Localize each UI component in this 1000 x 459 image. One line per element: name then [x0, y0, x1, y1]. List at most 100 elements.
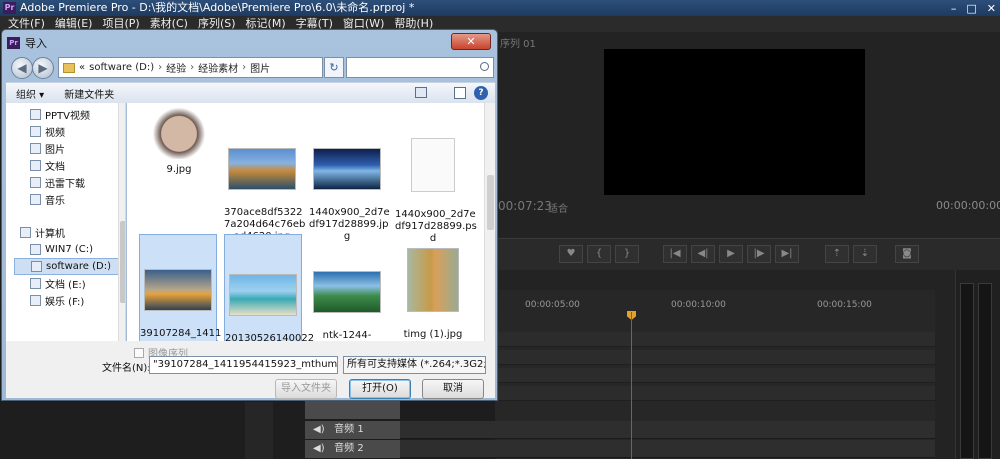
tools-panel [245, 402, 273, 459]
file-thumbnail [229, 274, 297, 316]
music-icon [30, 194, 41, 205]
nav-item-pptv[interactable]: PPTV视频 [30, 106, 90, 123]
breadcrumb-folder[interactable]: 经验 [166, 60, 186, 75]
in-point-button[interactable]: { [587, 245, 611, 263]
nav-item-computer[interactable]: 计算机 [20, 224, 65, 241]
go-to-in-button[interactable]: |◀ [663, 245, 687, 263]
nav-item-pictures[interactable]: 图片 [30, 140, 65, 157]
computer-icon [20, 227, 31, 238]
nav-item-documents[interactable]: 文档 [30, 157, 65, 174]
ruler-label: 00:00:10:00 [671, 300, 726, 310]
file-thumbnail [313, 148, 381, 190]
file-item-selected[interactable]: 20130526140022 _5fMJe.jpeg [224, 234, 315, 341]
file-item[interactable]: 9.jpg [141, 103, 217, 176]
nav-label: 文档 (E:) [45, 280, 86, 291]
blank-file-icon [411, 138, 455, 192]
file-item[interactable]: 1440x900_2d7e df917d28899.jp g [309, 136, 390, 255]
breadcrumb-drive[interactable]: software (D:) [89, 62, 154, 73]
drive-icon [30, 295, 41, 306]
speaker-icon[interactable]: ◀) [313, 424, 325, 435]
open-button[interactable]: 打开(O) [349, 379, 411, 399]
command-bar: 组织 ▾ 新建文件夹 ? [6, 82, 495, 103]
nav-item-thunder-downloads[interactable]: 迅雷下载 [30, 174, 85, 191]
minimize-icon[interactable]: – [951, 1, 957, 17]
help-icon[interactable]: ? [474, 86, 488, 100]
program-monitor [604, 49, 865, 195]
scroll-thumb[interactable] [487, 175, 494, 230]
nav-label: software (D:) [46, 261, 111, 272]
forward-button[interactable]: ▶ [32, 57, 54, 79]
marker-button[interactable]: ♥ [559, 245, 583, 263]
nav-item-drive-d[interactable]: software (D:) [14, 258, 125, 275]
cancel-button[interactable]: 取消 [422, 379, 484, 399]
nav-item-drive-e[interactable]: 文档 (E:) [30, 275, 86, 292]
nav-label: 迅雷下载 [45, 179, 85, 190]
nav-item-drive-c[interactable]: WIN7 (C:) [30, 241, 93, 258]
dialog-title: 导入 [25, 37, 47, 50]
nav-label: 音乐 [45, 196, 65, 207]
file-thumbnail [144, 269, 212, 311]
audio-meter-left [960, 283, 974, 459]
filename-field[interactable]: "39107284_1411954415923_mthumb.jpg" [149, 356, 338, 374]
view-options-icon[interactable] [415, 87, 427, 98]
address-bar[interactable]: « software (D:) › 经验 › 经验素材 › 图片 [58, 57, 323, 78]
nav-scrollbar[interactable] [118, 103, 125, 341]
new-folder-button[interactable]: 新建文件夹 [54, 86, 124, 101]
nav-item-drive-f[interactable]: 娱乐 (F:) [30, 292, 84, 309]
step-back-button[interactable]: ◀| [691, 245, 715, 263]
back-button[interactable]: ◀ [11, 57, 33, 79]
preview-pane-icon[interactable] [454, 87, 466, 99]
nav-label: 图片 [45, 145, 65, 156]
track-header-audio-1[interactable]: ◀) 音频 1 [305, 421, 400, 439]
checkbox-icon [134, 347, 144, 358]
nav-item-videos[interactable]: 视频 [30, 123, 65, 140]
file-thumbnail [313, 271, 381, 313]
app-title: Adobe Premiere Pro - D:\我的文档\Adobe\Premi… [20, 1, 415, 14]
scroll-thumb[interactable] [120, 221, 125, 303]
nav-label: 文档 [45, 162, 65, 173]
extract-button[interactable]: ⇣ [853, 245, 877, 263]
search-icon [480, 62, 489, 71]
file-item[interactable]: ntk-1244-2676.j pg [309, 259, 385, 341]
premiere-logo-icon: Pr [7, 37, 20, 49]
filetype-select[interactable]: 所有可支持媒体 (*.264;*.3G2;* [343, 356, 486, 374]
drive-icon [30, 244, 41, 255]
breadcrumb-folder[interactable]: 图片 [250, 60, 270, 75]
playhead-line [631, 312, 632, 459]
refresh-button[interactable]: ↻ [324, 57, 344, 78]
file-name: timg (1).jpg [403, 329, 463, 340]
nav-label: WIN7 (C:) [45, 244, 94, 255]
go-to-out-button[interactable]: ▶| [775, 245, 799, 263]
export-frame-button[interactable]: ◙ [895, 245, 919, 263]
search-input[interactable] [346, 57, 494, 78]
file-list: 9.jpg 370ace8df5322 7a204d64c76eb ad4620… [127, 103, 484, 341]
file-item-selected[interactable]: 39107284_1411 954415923_mth umb.jpg [139, 234, 222, 341]
import-dialog: Pr 导入 ✕ ◀ ▶ « software (D:) › 经验 › 经验素材 … [1, 29, 498, 401]
transport-controls: ♥ { } |◀ ◀| ▶ |▶ ▶| ⇡ ⇣ ◙ [495, 238, 1000, 270]
folder-icon [30, 109, 41, 120]
file-name: 20130526140022 _5fMJe.jpeg [225, 333, 315, 341]
file-name: 1440x900_2d7e df917d28899.jp g [309, 207, 390, 242]
import-folder-button[interactable]: 导入文件夹 [275, 379, 337, 399]
step-forward-button[interactable]: |▶ [747, 245, 771, 263]
fit-select[interactable]: 适合 [548, 200, 568, 215]
breadcrumb-folder[interactable]: 经验素材 [198, 60, 238, 75]
sequence-tab[interactable]: 序列 01 [500, 35, 536, 50]
track-header[interactable] [305, 401, 400, 419]
file-thumbnail [148, 103, 210, 159]
close-icon[interactable]: ✕ [987, 1, 996, 17]
play-button[interactable]: ▶ [719, 245, 743, 263]
speaker-icon[interactable]: ◀) [313, 443, 325, 454]
file-item[interactable]: timg (1).jpg [395, 236, 471, 341]
organize-button[interactable]: 组织 ▾ [6, 86, 54, 101]
file-list-scrollbar[interactable] [484, 103, 495, 341]
nav-item-music[interactable]: 音乐 [30, 191, 65, 208]
lift-button[interactable]: ⇡ [825, 245, 849, 263]
dialog-footer: 图像序列 文件名(N): "39107284_1411954415923_mth… [6, 341, 495, 399]
chevron-right-icon: › [242, 62, 247, 73]
dialog-close-button[interactable]: ✕ [451, 33, 491, 50]
document-library-icon [30, 160, 41, 171]
out-point-button[interactable]: } [615, 245, 639, 263]
maximize-icon[interactable]: □ [966, 1, 976, 17]
track-header-audio-2[interactable]: ◀) 音频 2 [305, 440, 400, 458]
